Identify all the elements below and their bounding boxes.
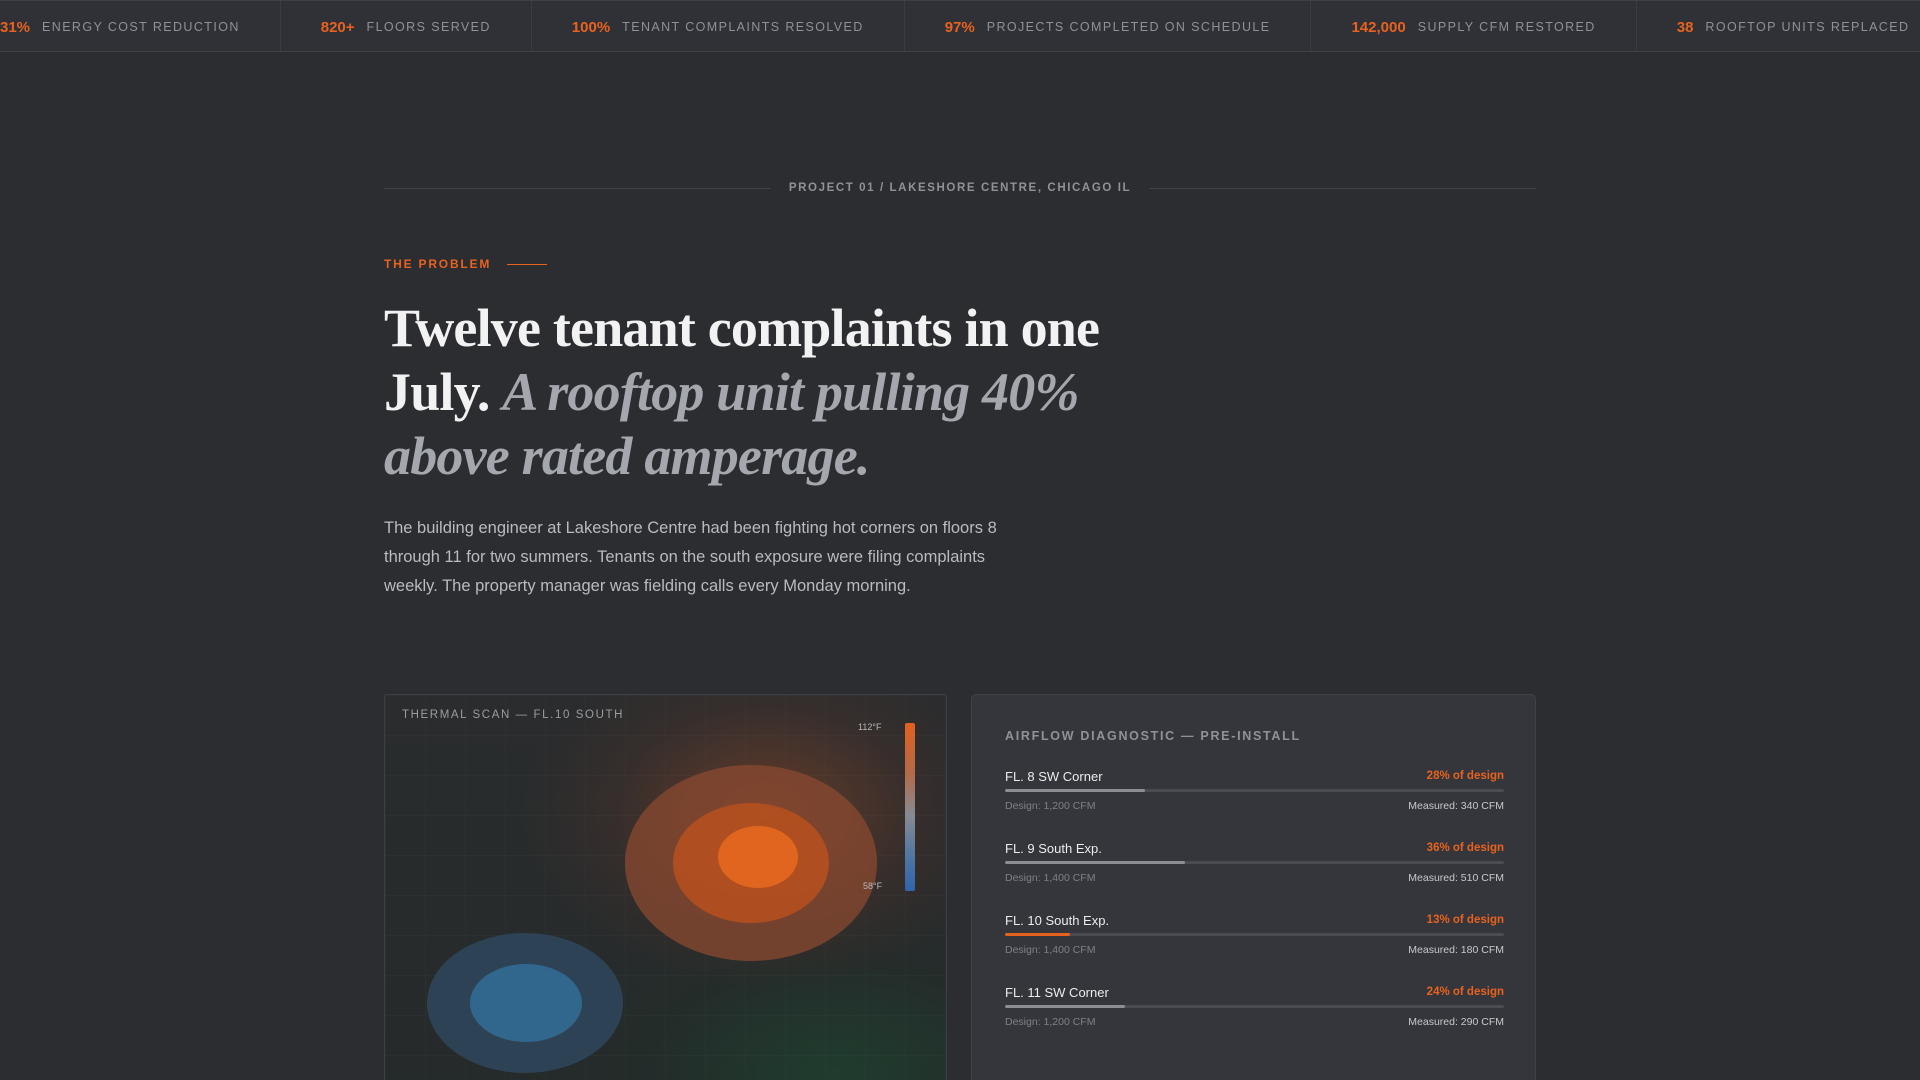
design-cfm: Design: 1,400 CFM xyxy=(1005,944,1096,956)
ticker-label: ENERGY COST REDUCTION xyxy=(42,20,240,34)
airflow-bar-fill xyxy=(1005,933,1070,936)
airflow-title: AIRFLOW DIAGNOSTIC — PRE-INSTALL xyxy=(1005,729,1301,743)
percent-of-design: 13% of design xyxy=(1426,914,1504,926)
measured-cfm: Measured: 510 CFM xyxy=(1408,872,1504,884)
ticker-value: 97% xyxy=(944,18,975,36)
project-label: PROJECT 01 / LAKESHORE CENTRE, CHICAGO I… xyxy=(788,182,1132,194)
ticker-value: 820+ xyxy=(320,18,355,36)
measured-cfm: Measured: 180 CFM xyxy=(1408,944,1504,956)
section-eyebrow: THE PROBLEM xyxy=(384,257,548,271)
floor-label: FL. 8 SW Corner xyxy=(1005,769,1103,784)
ticker-item: 38 ROOFTOP UNITS REPLACED xyxy=(1637,1,1920,51)
airflow-bar-track xyxy=(1005,1005,1504,1008)
ticker-value: 100% xyxy=(571,18,611,36)
airflow-diagnostic-panel: AIRFLOW DIAGNOSTIC — PRE-INSTALL FL. 8 S… xyxy=(971,694,1536,1080)
airflow-bar-fill xyxy=(1005,861,1185,864)
airflow-row: FL. 8 SW Corner 28% of design Design: 1,… xyxy=(1005,769,1504,841)
design-cfm: Design: 1,200 CFM xyxy=(1005,800,1096,812)
percent-of-design: 28% of design xyxy=(1426,770,1504,782)
body-paragraph: The building engineer at Lakeshore Centr… xyxy=(384,519,997,595)
ticker-track: 31% ENERGY COST REDUCTION 820+ FLOORS SE… xyxy=(0,1,1920,51)
floor-label: FL. 11 SW Corner xyxy=(1005,985,1109,1000)
percent-of-design: 24% of design xyxy=(1426,986,1504,998)
airflow-bar-track xyxy=(1005,933,1504,936)
design-cfm: Design: 1,200 CFM xyxy=(1005,1016,1096,1028)
eyebrow-rule xyxy=(507,263,548,265)
thermal-scan-panel: THERMAL SCAN — FL.10 SOUTH 112°F 58°F xyxy=(384,694,947,1080)
percent-of-design: 36% of design xyxy=(1426,842,1504,854)
ticker-item: 97% PROJECTS COMPLETED ON SCHEDULE xyxy=(905,1,1312,51)
divider xyxy=(1149,187,1536,189)
ticker-value: 31% xyxy=(0,18,31,36)
divider xyxy=(384,187,771,189)
design-cfm: Design: 1,400 CFM xyxy=(1005,872,1096,884)
stats-ticker: 31% ENERGY COST REDUCTION 820+ FLOORS SE… xyxy=(0,0,1920,52)
airflow-bar-track xyxy=(1005,861,1504,864)
scale-high-label: 112°F xyxy=(858,722,882,732)
airflow-bar-track xyxy=(1005,789,1504,792)
measured-cfm: Measured: 340 CFM xyxy=(1408,800,1504,812)
ticker-label: SUPPLY CFM RESTORED xyxy=(1417,20,1596,34)
ticker-item: 31% ENERGY COST REDUCTION xyxy=(0,1,281,51)
airflow-row: FL. 10 South Exp. 13% of design Design: … xyxy=(1005,913,1504,985)
floor-label: FL. 9 South Exp. xyxy=(1005,841,1102,856)
thermal-scan-title: THERMAL SCAN — FL.10 SOUTH xyxy=(402,709,625,721)
ticker-label: TENANT COMPLAINTS RESOLVED xyxy=(622,20,864,34)
airflow-bar-fill xyxy=(1005,789,1145,792)
airflow-rows: FL. 8 SW Corner 28% of design Design: 1,… xyxy=(1005,769,1504,1057)
airflow-row: FL. 11 SW Corner 24% of design Design: 1… xyxy=(1005,985,1504,1057)
ticker-label: FLOORS SERVED xyxy=(366,20,491,34)
scale-low-label: 58°F xyxy=(863,881,883,891)
measured-cfm: Measured: 290 CFM xyxy=(1408,1016,1504,1028)
temperature-scale-bar xyxy=(905,723,915,891)
airflow-bar-fill xyxy=(1005,1005,1125,1008)
cool-zone-core xyxy=(470,964,582,1042)
page-headline: Twelve tenant complaints in one July. A … xyxy=(384,296,1124,488)
floor-label: FL. 10 South Exp. xyxy=(1005,913,1110,928)
project-label-row: PROJECT 01 / LAKESHORE CENTRE, CHICAGO I… xyxy=(384,178,1536,198)
ticker-item: 820+ FLOORS SERVED xyxy=(281,1,532,51)
hot-zone-core xyxy=(718,826,798,888)
eyebrow-text: THE PROBLEM xyxy=(384,257,492,271)
ticker-value: 142,000 xyxy=(1351,18,1406,36)
ticker-item: 100% TENANT COMPLAINTS RESOLVED xyxy=(532,1,905,51)
airflow-row: FL. 9 South Exp. 36% of design Design: 1… xyxy=(1005,841,1504,913)
ticker-label: ROOFTOP UNITS REPLACED xyxy=(1705,20,1910,34)
ticker-label: PROJECTS COMPLETED ON SCHEDULE xyxy=(986,20,1271,34)
ticker-value: 38 xyxy=(1676,18,1694,36)
ticker-item: 142,000 SUPPLY CFM RESTORED xyxy=(1311,1,1637,51)
